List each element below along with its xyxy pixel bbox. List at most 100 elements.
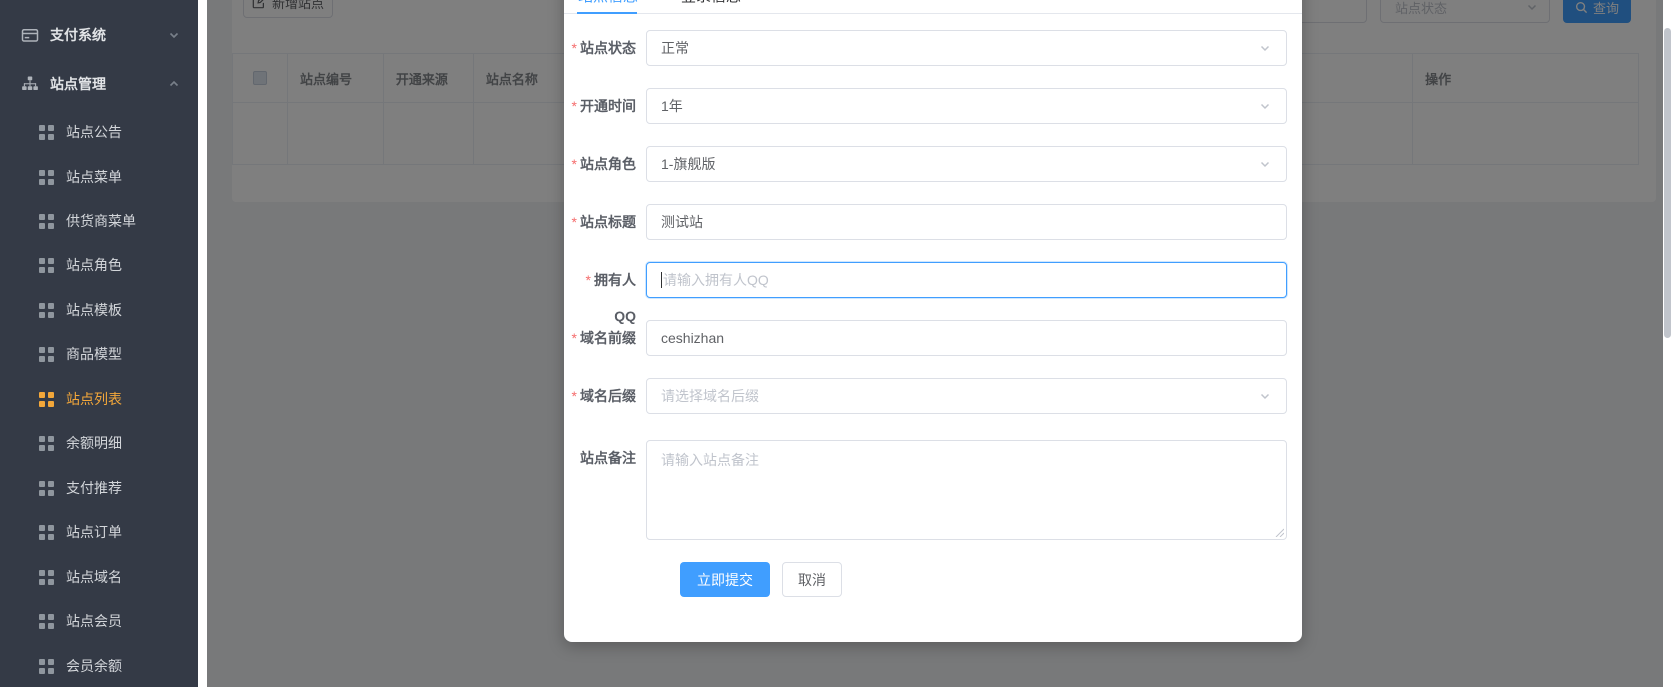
sidebar-item-site-orders[interactable]: 站点订单 bbox=[0, 518, 198, 546]
grid-icon bbox=[39, 613, 54, 629]
tab-site-info[interactable]: 站点信息 bbox=[577, 0, 639, 10]
grid-icon bbox=[39, 524, 54, 540]
domain-prefix-input[interactable]: ceshizhan bbox=[646, 320, 1287, 356]
resize-handle-icon[interactable] bbox=[1274, 527, 1284, 537]
site-role-select[interactable]: 1-旗舰版 bbox=[646, 146, 1287, 182]
sidebar-item-label: 会员余额 bbox=[66, 658, 122, 674]
sidebar-item-site-template[interactable]: 站点模板 bbox=[0, 296, 198, 324]
sidebar-item-site-announcement[interactable]: 站点公告 bbox=[0, 118, 198, 146]
select-value: 1-旗舰版 bbox=[661, 156, 716, 172]
field-label: * 拥有人QQ bbox=[564, 262, 636, 324]
sidebar-item-label: 站点公告 bbox=[66, 124, 122, 140]
chevron-down-icon bbox=[1260, 161, 1270, 168]
sidebar-group-payment-system[interactable]: 支付系统 bbox=[0, 21, 198, 49]
field-label: * 站点角色 bbox=[564, 146, 636, 182]
field-label-text: 拥有人QQ bbox=[594, 272, 636, 324]
site-edit-dialog: 站点信息 登录信息 *站点状态 正常 *开通时间 1年 *站点角色 1-旗舰版 bbox=[564, 0, 1302, 642]
field-label-text: 开通时间 bbox=[580, 98, 636, 114]
required-asterisk: * bbox=[571, 156, 577, 172]
sidebar-item-label: 供货商菜单 bbox=[66, 213, 136, 229]
field-label: 站点备注 bbox=[564, 440, 636, 476]
grid-icon bbox=[39, 569, 54, 585]
grid-icon bbox=[39, 346, 54, 362]
grid-icon bbox=[39, 435, 54, 451]
field-label: * 域名后缀 bbox=[564, 378, 636, 414]
field-label-text: 域名后缀 bbox=[580, 388, 636, 404]
required-asterisk: * bbox=[571, 388, 577, 404]
grid-icon bbox=[39, 257, 54, 273]
field-label-text: 站点备注 bbox=[580, 450, 636, 466]
chevron-down-icon bbox=[169, 32, 179, 39]
input-value: ceshizhan bbox=[661, 330, 725, 346]
grid-icon bbox=[39, 391, 54, 407]
input-placeholder: 请输入拥有人QQ bbox=[663, 272, 769, 288]
sidebar-group-label: 支付系统 bbox=[50, 27, 106, 43]
select-value: 正常 bbox=[661, 40, 689, 56]
field-label-text: 站点标题 bbox=[580, 214, 636, 230]
site-status-select[interactable]: 正常 bbox=[646, 30, 1287, 66]
owner-qq-input[interactable]: 请输入拥有人QQ bbox=[646, 262, 1287, 298]
chevron-down-icon bbox=[1260, 45, 1270, 52]
grid-icon bbox=[39, 480, 54, 496]
grid-icon bbox=[39, 124, 54, 140]
site-title-input[interactable]: 测试站 bbox=[646, 204, 1287, 240]
field-label-text: 站点角色 bbox=[580, 156, 636, 172]
required-asterisk: * bbox=[571, 330, 577, 346]
sidebar-item-site-role[interactable]: 站点角色 bbox=[0, 251, 198, 279]
field-label-text: 域名前缀 bbox=[580, 330, 636, 346]
sidebar-item-label: 支付推荐 bbox=[66, 480, 122, 496]
required-asterisk: * bbox=[571, 214, 577, 230]
sidebar-item-site-list[interactable]: 站点列表 bbox=[0, 385, 198, 413]
sidebar: 支付系统 站点管理 站点公告 站点菜单 供货商菜单 站点角色 站点模板 商品模型… bbox=[0, 0, 198, 687]
sidebar-item-label: 站点订单 bbox=[66, 524, 122, 540]
sidebar-item-label: 站点会员 bbox=[66, 613, 122, 629]
select-placeholder: 请选择域名后缀 bbox=[661, 388, 759, 404]
chevron-down-icon bbox=[1260, 393, 1270, 400]
domain-suffix-select[interactable]: 请选择域名后缀 bbox=[646, 378, 1287, 414]
open-duration-select[interactable]: 1年 bbox=[646, 88, 1287, 124]
chevron-up-icon bbox=[169, 80, 179, 87]
sidebar-item-label: 商品模型 bbox=[66, 346, 122, 362]
grid-icon bbox=[39, 658, 54, 674]
site-remark-textarea[interactable]: 请输入站点备注 bbox=[646, 440, 1287, 540]
sidebar-item-label: 站点菜单 bbox=[66, 169, 122, 185]
cancel-button[interactable]: 取消 bbox=[782, 562, 842, 597]
tab-login-info[interactable]: 登录信息 bbox=[680, 0, 742, 10]
scrollbar-thumb[interactable] bbox=[1664, 28, 1671, 338]
field-label: * 域名前缀 bbox=[564, 320, 636, 356]
sidebar-group-label: 站点管理 bbox=[50, 76, 106, 92]
submit-button[interactable]: 立即提交 bbox=[680, 562, 770, 597]
required-asterisk: * bbox=[571, 40, 577, 56]
sidebar-item-member-balance[interactable]: 会员余额 bbox=[0, 652, 198, 680]
sidebar-item-label: 站点角色 bbox=[66, 257, 122, 273]
sidebar-item-site-menu[interactable]: 站点菜单 bbox=[0, 163, 198, 191]
chevron-down-icon bbox=[1260, 103, 1270, 110]
select-value: 1年 bbox=[661, 98, 683, 114]
grid-icon bbox=[39, 169, 54, 185]
field-label-text: 站点状态 bbox=[580, 40, 636, 56]
sidebar-item-label: 站点域名 bbox=[66, 569, 122, 585]
page-root: 支付系统 站点管理 站点公告 站点菜单 供货商菜单 站点角色 站点模板 商品模型… bbox=[0, 0, 1672, 693]
grid-icon bbox=[39, 213, 54, 229]
field-label: * 站点标题 bbox=[564, 204, 636, 240]
sidebar-item-product-model[interactable]: 商品模型 bbox=[0, 340, 198, 368]
input-value: 测试站 bbox=[661, 214, 703, 230]
sitemap-icon bbox=[22, 76, 38, 90]
dialog-tabbar: 站点信息 登录信息 bbox=[564, 0, 1302, 14]
text-cursor bbox=[661, 272, 662, 288]
sidebar-item-payment-recommend[interactable]: 支付推荐 bbox=[0, 474, 198, 502]
sidebar-item-site-members[interactable]: 站点会员 bbox=[0, 607, 198, 635]
page-scrollbar[interactable] bbox=[1663, 0, 1672, 687]
required-asterisk: * bbox=[585, 272, 591, 288]
sidebar-group-site-management[interactable]: 站点管理 bbox=[0, 70, 198, 98]
textarea-placeholder: 请输入站点备注 bbox=[661, 452, 759, 468]
field-label: * 站点状态 bbox=[564, 30, 636, 66]
sidebar-item-label: 站点模板 bbox=[66, 302, 122, 318]
field-label: * 开通时间 bbox=[564, 88, 636, 124]
sidebar-item-balance-detail[interactable]: 余额明细 bbox=[0, 429, 198, 457]
credit-card-icon bbox=[21, 29, 39, 42]
sidebar-item-label: 站点列表 bbox=[66, 391, 122, 407]
sidebar-item-site-domain[interactable]: 站点域名 bbox=[0, 563, 198, 591]
required-asterisk: * bbox=[571, 98, 577, 114]
sidebar-item-supplier-menu[interactable]: 供货商菜单 bbox=[0, 207, 198, 235]
